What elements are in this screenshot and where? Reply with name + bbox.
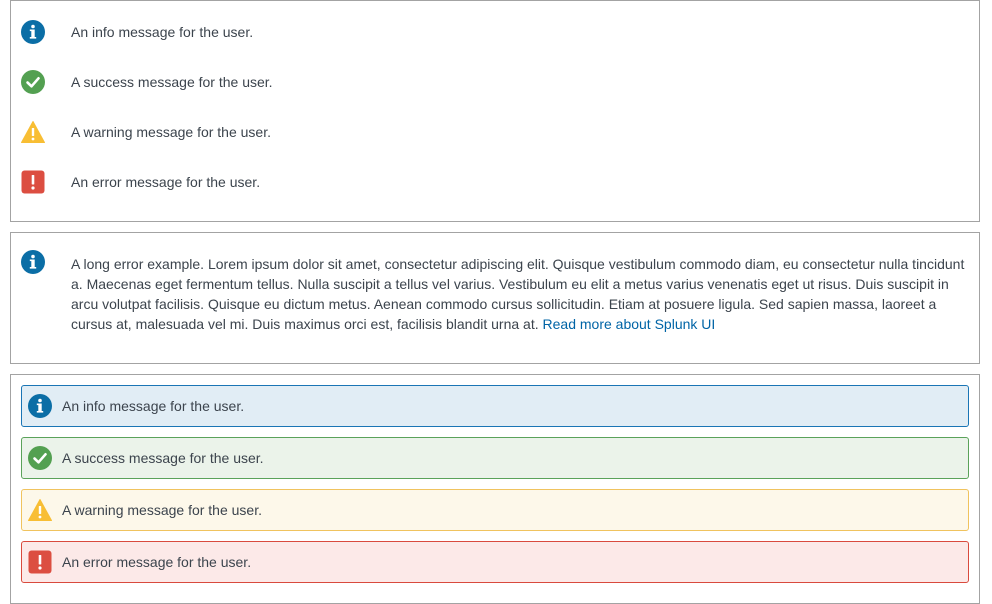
warning-message: A warning message for the user. [21, 112, 969, 152]
message-text: An error message for the user. [62, 554, 252, 570]
error-message-box: An error message for the user. [21, 541, 969, 583]
error-square-icon [28, 550, 52, 574]
simple-messages-panel: An info message for the user. A success … [10, 0, 980, 222]
error-square-icon [21, 170, 45, 194]
message-text: A success message for the user. [71, 74, 273, 90]
error-message: An error message for the user. [21, 162, 969, 202]
warning-triangle-icon [21, 121, 45, 143]
message-text: An info message for the user. [71, 24, 254, 40]
info-message-box: An info message for the user. [21, 385, 969, 427]
warning-message-box: A warning message for the user. [21, 489, 969, 531]
message-text: An info message for the user. [62, 398, 245, 414]
message-text: A success message for the user. [62, 450, 264, 466]
long-info-message: A long error example. Lorem ipsum dolor … [21, 245, 971, 334]
boxed-messages-panel: An info message for the user. A success … [10, 374, 980, 604]
success-message: A success message for the user. [21, 62, 969, 102]
success-message-box: A success message for the user. [21, 437, 969, 479]
long-message-text: A long error example. Lorem ipsum dolor … [71, 256, 965, 332]
check-circle-icon [28, 446, 52, 470]
warning-triangle-icon [28, 499, 52, 521]
read-more-link[interactable]: Read more about Splunk UI [543, 316, 716, 332]
info-icon [21, 20, 45, 44]
info-icon [28, 394, 52, 418]
check-circle-icon [21, 70, 45, 94]
message-text: A warning message for the user. [62, 502, 262, 518]
message-text: A warning message for the user. [71, 124, 271, 140]
info-message: An info message for the user. [21, 12, 969, 52]
long-message-panel: A long error example. Lorem ipsum dolor … [10, 232, 980, 364]
message-text: An error message for the user. [71, 174, 261, 190]
long-message-body: A long error example. Lorem ipsum dolor … [71, 254, 971, 334]
info-icon [21, 250, 45, 274]
